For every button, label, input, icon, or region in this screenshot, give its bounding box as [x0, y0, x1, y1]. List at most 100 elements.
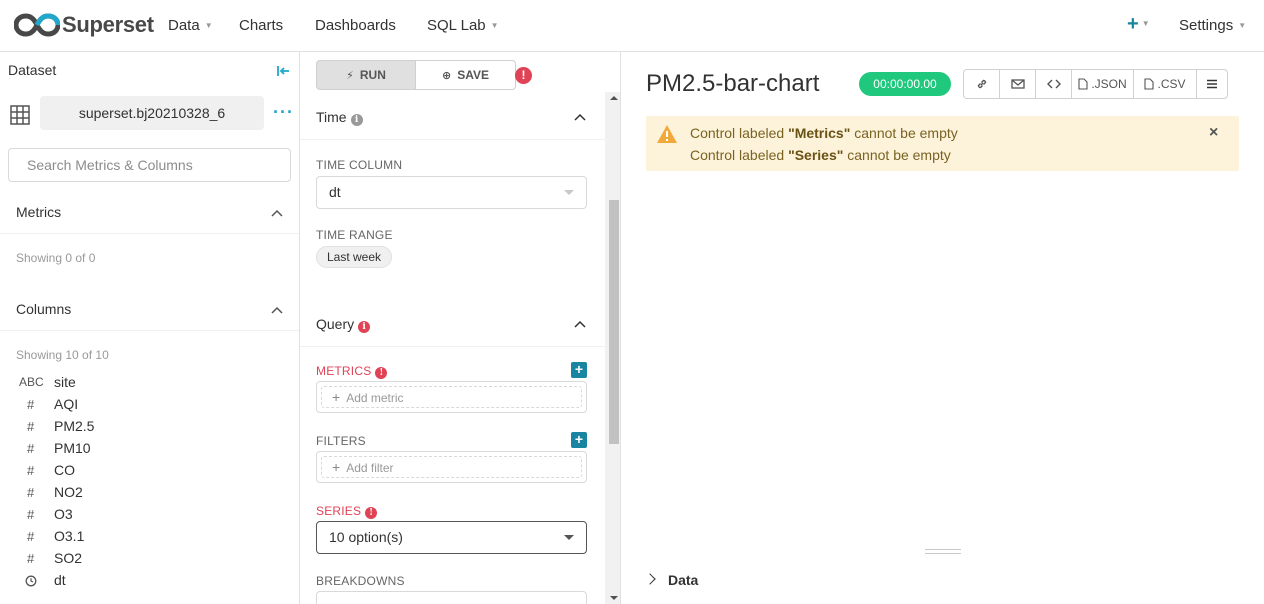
collapse-panel-icon[interactable] [276, 64, 290, 78]
column-name: NO2 [54, 484, 83, 500]
column-item[interactable]: # O3.1 [0, 526, 299, 548]
column-item[interactable]: dt [0, 570, 299, 592]
columns-section-header[interactable]: Columns [0, 289, 299, 331]
brand-name: Superset [62, 12, 154, 37]
validation-alert: Control labeled "Metrics" cannot be empt… [646, 116, 1239, 171]
column-item[interactable]: # O3 [0, 504, 299, 526]
link-icon [977, 79, 986, 89]
controls-scrollbar[interactable] [605, 92, 620, 604]
column-name: AQI [54, 396, 79, 412]
error-icon[interactable]: ! [515, 67, 532, 84]
nav-charts-link[interactable]: Charts [239, 17, 283, 34]
add-metric-label: Add metric [346, 391, 404, 405]
time-section: Time i TIME COLUMN dt TIME RANGE Last wee… [300, 92, 605, 312]
top-nav: Superset Data ▼ Charts Dashboards SQL Lab… [0, 0, 1264, 52]
time-column-select[interactable]: dt [316, 176, 587, 209]
resize-handle[interactable] [925, 549, 961, 554]
dataset-title: Dataset [8, 62, 57, 78]
file-icon [1144, 78, 1155, 90]
email-button[interactable] [1000, 70, 1036, 98]
scroll-down-icon[interactable] [610, 596, 618, 600]
settings-menu[interactable]: Settings ▼ [1179, 17, 1246, 34]
export-csv-button[interactable]: .CSV [1134, 70, 1197, 98]
column-item[interactable]: ABC site [0, 372, 299, 394]
nav-sqllab-label: SQL Lab [427, 17, 486, 34]
caret-down-icon [564, 535, 574, 540]
breakdowns-select[interactable] [316, 591, 587, 604]
columns-count: Showing 10 of 10 [16, 348, 109, 362]
scroll-up-icon[interactable] [610, 96, 618, 100]
time-section-header[interactable]: Time i [300, 92, 605, 140]
save-button[interactable]: ⊕ SAVE [416, 60, 516, 90]
numeric-type-icon: # [27, 463, 35, 478]
info-icon: i [350, 114, 363, 126]
numeric-type-icon: # [27, 507, 35, 522]
save-label: SAVE [457, 68, 489, 82]
share-link-button[interactable] [964, 70, 1000, 98]
chevron-down-icon: ▼ [490, 21, 499, 30]
search-metrics-columns-input[interactable]: Search Metrics & Columns [8, 148, 291, 182]
columns-section-label: Columns [16, 301, 72, 317]
metrics-section-label: Metrics [16, 204, 62, 220]
alert-text-bold: "Metrics" [788, 125, 851, 141]
column-item[interactable]: # CO [0, 460, 299, 482]
mail-icon [1010, 79, 1025, 89]
data-label: Data [668, 572, 699, 588]
new-menu-button[interactable]: + ▼ [1127, 13, 1150, 36]
nav-sqllab-menu[interactable]: SQL Lab ▼ [427, 17, 499, 34]
nav-charts-label: Charts [239, 17, 284, 34]
add-metric-button[interactable]: + Add metric [321, 386, 582, 408]
scroll-thumb[interactable] [609, 200, 619, 444]
query-section-header[interactable]: Query i [300, 305, 605, 347]
breakdowns-label: BREAKDOWNS [316, 574, 405, 588]
column-item[interactable]: # PM2.5 [0, 416, 299, 438]
numeric-type-icon: # [27, 529, 35, 544]
dataset-name[interactable]: superset.bj20210328_6 [40, 96, 264, 130]
filters-label: FILTERS [316, 434, 366, 448]
add-metric-plus-button[interactable]: + [571, 362, 587, 378]
column-name: PM2.5 [54, 418, 95, 434]
data-panel-toggle[interactable]: Data [644, 572, 699, 588]
bolt-icon: ⚡ [346, 70, 354, 82]
column-name: SO2 [54, 550, 83, 566]
numeric-type-icon: # [27, 441, 35, 456]
close-icon[interactable]: × [1209, 124, 1218, 142]
alert-metrics-message: Control labeled "Metrics" cannot be empt… [690, 125, 958, 141]
code-icon [1046, 79, 1061, 89]
chevron-up-icon [271, 306, 283, 314]
column-name: site [54, 374, 76, 390]
time-range-pill[interactable]: Last week [316, 246, 393, 268]
series-select[interactable]: 10 option(s) [316, 521, 587, 554]
run-button[interactable]: ⚡ RUN [316, 60, 416, 90]
chart-title[interactable]: PM2.5-bar-chart [646, 70, 819, 98]
plus-icon: + [332, 389, 341, 405]
time-section-title: Time i [316, 109, 363, 126]
nav-data-menu[interactable]: Data ▼ [168, 17, 213, 34]
query-section-title: Query i [316, 316, 371, 333]
superset-logo[interactable]: Superset [14, 12, 154, 38]
add-filter-button[interactable]: + Add filter [321, 456, 582, 478]
alert-series-message: Control labeled "Series" cannot be empty [690, 147, 951, 163]
chart-actions: .JSON .CSV [963, 69, 1228, 99]
warning-icon [657, 125, 677, 143]
more-actions-button[interactable] [1197, 70, 1227, 98]
add-filter-plus-button[interactable]: + [571, 432, 587, 448]
caret-down-icon [564, 190, 574, 195]
nav-dashboards-link[interactable]: Dashboards [315, 17, 396, 34]
string-type-icon: ABC [19, 375, 44, 389]
embed-code-button[interactable] [1036, 70, 1072, 98]
error-icon: i [358, 321, 371, 333]
column-item[interactable]: # PM10 [0, 438, 299, 460]
export-json-button[interactable]: .JSON [1072, 70, 1134, 98]
alert-text: Control labeled [690, 147, 789, 163]
more-options-icon[interactable]: ··· [273, 102, 294, 123]
time-label: Time [316, 109, 347, 125]
column-item[interactable]: # SO2 [0, 548, 299, 570]
export-csv-label: .CSV [1157, 77, 1186, 91]
chevron-up-icon [574, 113, 586, 121]
metrics-section-header[interactable]: Metrics [0, 192, 299, 234]
query-label: Query [316, 316, 355, 332]
column-item[interactable]: # AQI [0, 394, 299, 416]
run-label: RUN [359, 68, 386, 82]
column-item[interactable]: # NO2 [0, 482, 299, 504]
